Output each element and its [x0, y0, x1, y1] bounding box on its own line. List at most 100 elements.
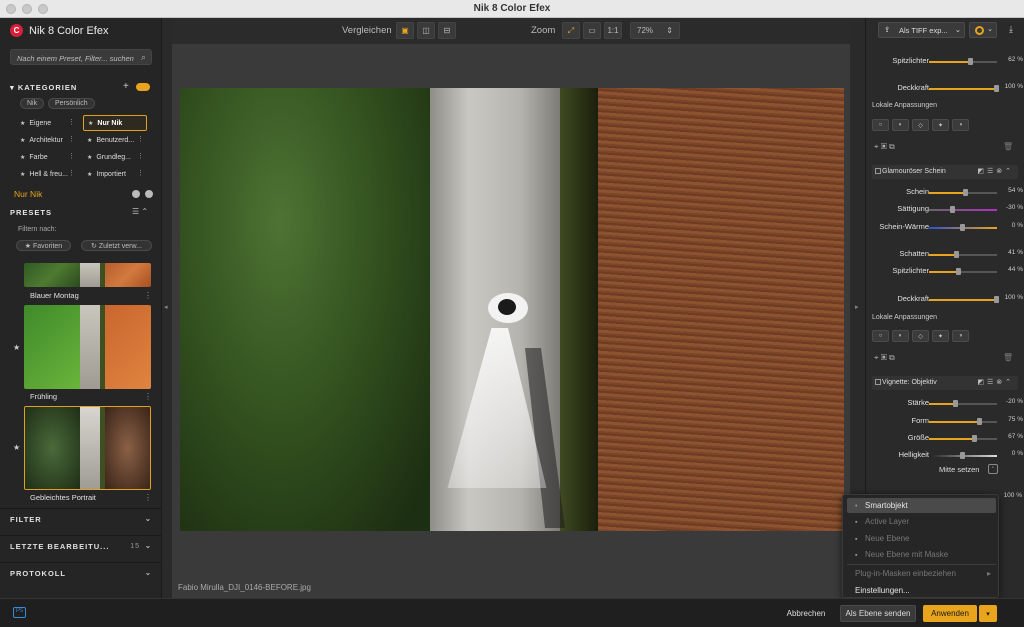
pill-nik[interactable]: Nik: [20, 98, 45, 109]
compare-stack-icon[interactable]: ⊟: [438, 22, 456, 39]
more-icon[interactable]: ⋮: [68, 152, 75, 160]
slider-label: Form: [911, 416, 930, 425]
favorite-star-icon[interactable]: ★: [13, 343, 20, 352]
slider-saettigung[interactable]: Sättigung -30 %: [866, 201, 1024, 217]
center-set-button[interactable]: ◦: [988, 464, 998, 474]
shape-icon[interactable]: ◇: [912, 330, 929, 342]
trash-icon[interactable]: 🗑: [1003, 142, 1013, 151]
preset-thumb-blauer-montag[interactable]: [24, 263, 151, 287]
lasso-icon[interactable]: ○: [872, 119, 889, 131]
zoom-fill-icon[interactable]: ▭: [583, 22, 601, 39]
enable-checkbox[interactable]: [875, 379, 881, 385]
menu-plugin-masken[interactable]: Plug-in-Masken einbeziehen ▸: [847, 566, 996, 581]
menu-smartobjekt[interactable]: • Smartobjekt: [847, 498, 996, 513]
preset-thumb-gebleichtes-portrait[interactable]: [24, 406, 151, 490]
slider-schein-waerme[interactable]: Schein-Wärme 0 %: [866, 219, 1024, 235]
zoom-select[interactable]: 72% ⇕: [630, 22, 680, 39]
filter-favoriten[interactable]: ★ Favoriten: [16, 240, 71, 251]
filter-zuletzt[interactable]: ↻ Zuletzt verw...: [81, 240, 152, 251]
slider-schein[interactable]: Schein 54 %: [866, 184, 1024, 200]
pill-persoenlich[interactable]: Persönlich: [48, 98, 95, 109]
panel-toggle-icon[interactable]: ⤓: [1009, 24, 1013, 35]
slider-staerke[interactable]: Stärke -20 %: [866, 395, 1024, 411]
slider-spitzlichter[interactable]: Spitzlichter 44 %: [866, 263, 1024, 279]
preview-image[interactable]: [180, 88, 844, 531]
filter-header-glamour[interactable]: Glamouröser Schein ◩☰⊗⌃: [872, 165, 1018, 179]
category-benutzerd[interactable]: ★ Benutzerd... ⋮: [83, 132, 147, 148]
shape-icon[interactable]: ◇: [912, 119, 929, 131]
cancel-button[interactable]: Abbrechen: [780, 605, 832, 622]
menu-einstellungen[interactable]: Einstellungen...: [847, 583, 996, 598]
mask-icon[interactable]: ◑: [952, 119, 969, 131]
gradient-icon[interactable]: ✦: [932, 119, 949, 131]
category-farbe[interactable]: ★ Farbe ⋮: [16, 149, 78, 165]
slider-deckkraft-top[interactable]: Deckkraft 100 %: [866, 80, 1024, 96]
add-preset-icon[interactable]: [132, 190, 140, 198]
filter-header-icons[interactable]: ◩☰⊗⌃: [977, 378, 1014, 386]
collapse-left-icon[interactable]: ◂: [164, 303, 168, 311]
more-icon[interactable]: ⋮: [144, 291, 152, 300]
collapse-right-icon[interactable]: ▸: [855, 303, 859, 311]
menu-active-layer[interactable]: ▪ Active Layer: [847, 514, 996, 529]
category-toggle[interactable]: [136, 83, 150, 91]
section-protokoll[interactable]: PROTOKOLL ⌄: [0, 562, 162, 584]
send-as-layer-button[interactable]: Als Ebene senden: [840, 605, 916, 622]
apply-options-icon[interactable]: ▾: [979, 605, 997, 622]
more-icon[interactable]: ⋮: [137, 135, 144, 143]
category-importiert[interactable]: ★ Importiert ⋮: [83, 166, 147, 182]
slider-value: 0 %: [1011, 222, 1023, 229]
section-filter[interactable]: FILTER ⌄: [0, 508, 162, 530]
brush-icon[interactable]: ◐: [892, 330, 909, 342]
compare-single-icon[interactable]: ▣: [396, 22, 414, 39]
tool-icons[interactable]: ⌖ ▣ ⧉: [874, 353, 895, 363]
more-icon[interactable]: ⋮: [68, 135, 75, 143]
slider-helligkeit[interactable]: Helligkeit 0 %: [866, 447, 1024, 463]
slider-form[interactable]: Form 75 %: [866, 413, 1024, 429]
slider-groesse[interactable]: Größe 67 %: [866, 430, 1024, 446]
menu-neue-ebene-maske[interactable]: ▪ Neue Ebene mit Maske: [847, 547, 996, 562]
category-hell[interactable]: ★ Hell & freu... ⋮: [16, 166, 78, 182]
more-icon[interactable]: ⋮: [137, 169, 144, 177]
presets-header[interactable]: PRESETS: [10, 208, 52, 217]
filter-header-vignette[interactable]: Vignette: Objektiv ◩☰⊗⌃: [872, 376, 1018, 390]
category-grundleg[interactable]: ★ Grundleg... ⋮: [83, 149, 147, 165]
settings-button[interactable]: ⌄: [969, 22, 997, 38]
menu-neue-ebene[interactable]: ▪ Neue Ebene: [847, 531, 996, 546]
section-letzte-bearbeitungen[interactable]: LETZTE BEARBEITU... 15 ⌄: [0, 535, 162, 557]
zoom-fit-icon[interactable]: ⤢: [562, 22, 580, 39]
apply-button[interactable]: Anwenden: [923, 605, 977, 622]
more-icon[interactable]: ⋮: [144, 493, 152, 502]
favorite-star-icon[interactable]: ★: [13, 443, 20, 452]
tool-icons[interactable]: ⌖ ▣ ⧉: [874, 142, 895, 152]
brush-icon[interactable]: ◐: [892, 119, 909, 131]
search-input[interactable]: Nach einem Preset, Filter... suchen ⌕: [10, 49, 152, 65]
window-title: Nik 8 Color Efex: [473, 3, 551, 14]
compare-split-icon[interactable]: ◫: [417, 22, 435, 39]
add-category-icon[interactable]: +: [123, 81, 129, 92]
slider-schatten[interactable]: Schatten 41 %: [866, 246, 1024, 262]
more-icon[interactable]: ⋮: [68, 169, 75, 177]
options-icon[interactable]: [145, 190, 153, 198]
lasso-icon[interactable]: ○: [872, 330, 889, 342]
slider-deckkraft[interactable]: Deckkraft 100 %: [866, 291, 1024, 307]
zoom-label: Zoom: [531, 25, 556, 36]
zoom-1-1[interactable]: 1:1: [604, 22, 622, 39]
list-view-icon[interactable]: ☰ ⌃: [132, 207, 148, 216]
more-icon[interactable]: ⋮: [68, 118, 75, 126]
category-nur-nik[interactable]: ★ Nur Nik: [83, 115, 147, 131]
trash-icon[interactable]: 🗑: [1003, 353, 1013, 362]
category-architektur[interactable]: ★ Architektur ⋮: [16, 132, 78, 148]
mask-icon[interactable]: ◑: [952, 330, 969, 342]
filter-header-icons[interactable]: ◩☰⊗⌃: [977, 167, 1014, 175]
slider-spitzlichter-top[interactable]: Spitzlichter 62 %: [866, 53, 1024, 69]
preset-thumb-fruehling[interactable]: [24, 305, 151, 389]
gradient-icon[interactable]: ✦: [932, 330, 949, 342]
export-dropdown[interactable]: ⇪ Als TIFF exp... ⌄: [878, 22, 965, 38]
category-eigene[interactable]: ★ Eigene ⋮: [16, 115, 78, 131]
enable-checkbox[interactable]: [875, 168, 881, 174]
slider-label: Deckkraft: [897, 83, 929, 92]
more-icon[interactable]: ⋮: [144, 392, 152, 401]
more-icon[interactable]: ⋮: [137, 152, 144, 160]
layer-icon: ▪: [855, 519, 858, 526]
kategorien-header[interactable]: ▾ KATEGORIEN: [10, 83, 77, 92]
